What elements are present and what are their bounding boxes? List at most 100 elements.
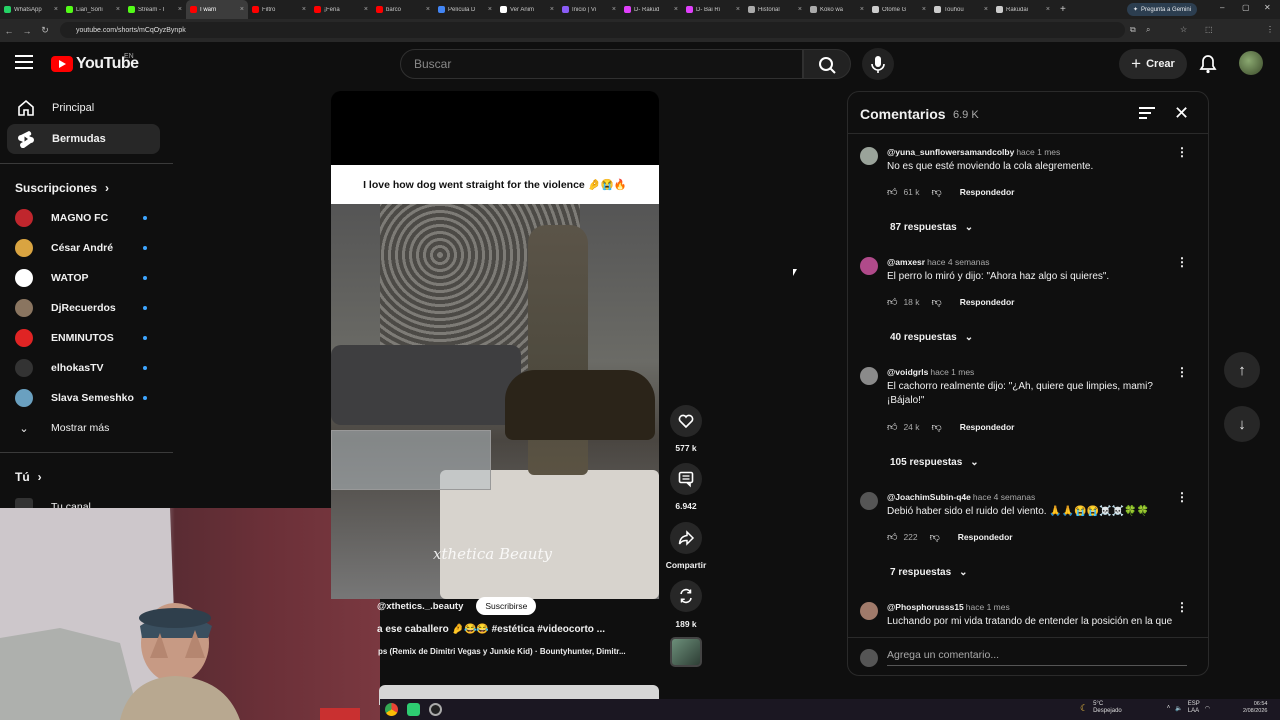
tab-close-icon[interactable]: × — [674, 6, 678, 13]
comment-author[interactable]: @yuna_sunflowersamandcolby — [887, 147, 1014, 157]
browser-tab[interactable]: ¡Fena × — [310, 0, 372, 19]
sidebar-item-bermudas[interactable]: Bermudas — [7, 124, 160, 154]
tab-close-icon[interactable]: × — [984, 6, 988, 13]
commenter-avatar[interactable] — [860, 492, 878, 510]
maximize-icon[interactable]: ▢ — [1242, 3, 1250, 12]
browser-tab[interactable]: Otome G × — [868, 0, 930, 19]
browser-tab[interactable]: Película D × — [434, 0, 496, 19]
tab-close-icon[interactable]: × — [550, 6, 554, 13]
browser-tab[interactable]: Historial × — [744, 0, 806, 19]
tab-close-icon[interactable]: × — [116, 6, 120, 13]
extensions-icon[interactable]: ⬚ — [1205, 25, 1213, 34]
commenter-avatar[interactable] — [860, 367, 878, 385]
thumbs-up-icon[interactable]: 👍︎ — [887, 186, 897, 198]
view-replies-button[interactable]: 40 respuestas ⌄ — [890, 332, 973, 343]
tab-close-icon[interactable]: × — [860, 6, 864, 13]
subscription-item[interactable]: DjRecuerdos — [15, 295, 155, 321]
view-replies-button[interactable]: 7 respuestas ⌄ — [890, 567, 968, 578]
view-replies-button[interactable]: 105 respuestas ⌄ — [890, 457, 979, 468]
video-music-link[interactable]: ps (Remix de Dimitri Vegas y Junkie Kid)… — [378, 647, 660, 656]
subscription-item[interactable]: César André — [15, 235, 155, 261]
thumbs-down-icon[interactable]: 👎︎ — [932, 186, 942, 198]
more-actions-icon[interactable]: ⋮ — [1176, 600, 1188, 614]
tab-close-icon[interactable]: × — [302, 6, 306, 13]
comment-author[interactable]: @JoachimSubin-q4e — [887, 492, 971, 502]
commenter-avatar[interactable] — [860, 147, 878, 165]
browser-tab[interactable]: Filtro × — [248, 0, 310, 19]
show-more-button[interactable]: ⌄ Mostrar más — [15, 415, 155, 441]
subscription-item[interactable]: ENMINUTOS — [15, 325, 155, 351]
channel-handle[interactable]: @xthetics._.beauty — [377, 601, 463, 612]
browser-tab[interactable]: Stream - I × — [124, 0, 186, 19]
search-input[interactable]: Buscar — [400, 49, 803, 79]
browser-tab[interactable]: Inicio | Vi × — [558, 0, 620, 19]
create-button[interactable]: + Crear — [1119, 49, 1187, 79]
voice-search-button[interactable] — [862, 48, 894, 80]
sidebar-item-principal[interactable]: Principal — [7, 93, 160, 123]
speaker-icon[interactable]: 🔈 — [1175, 705, 1182, 712]
subscribe-button[interactable]: Suscribirse — [476, 597, 537, 615]
app-taskbar-icon[interactable] — [407, 703, 420, 716]
minimize-icon[interactable]: – — [1220, 3, 1224, 12]
browser-menu-icon[interactable]: ⋮ — [1266, 25, 1274, 34]
browser-tab[interactable]: WhatsApp × — [0, 0, 62, 19]
network-icon[interactable]: ◠ — [1205, 705, 1210, 712]
subscription-item[interactable]: Slava Semeshko — [15, 385, 155, 411]
taskbar-clock[interactable]: 06:54 2/08/2026 — [1243, 701, 1267, 715]
browser-tab[interactable]: Ver Anim × — [496, 0, 558, 19]
like-button[interactable] — [670, 405, 702, 437]
window-close-icon[interactable]: ✕ — [1264, 3, 1271, 12]
reply-button[interactable]: Respondedor — [960, 422, 1015, 432]
tab-close-icon[interactable]: × — [1046, 6, 1050, 13]
thumbs-down-icon[interactable]: 👎︎ — [930, 531, 940, 543]
forward-icon[interactable]: → — [18, 26, 36, 36]
back-icon[interactable]: ← — [0, 26, 18, 36]
share-button[interactable] — [670, 522, 702, 554]
install-icon[interactable]: ⧉ — [1130, 25, 1136, 35]
youtube-logo[interactable]: YouTube EN — [51, 53, 139, 73]
subscription-item[interactable]: elhokasTV — [15, 355, 155, 381]
gemini-button[interactable]: ✦ Pregunta a Gemini — [1127, 3, 1198, 16]
reload-icon[interactable]: ↻ — [36, 25, 54, 36]
tab-close-icon[interactable]: × — [612, 6, 616, 13]
browser-tab[interactable]: Rakudai × — [992, 0, 1054, 19]
browser-tab[interactable]: D- Rakud × — [620, 0, 682, 19]
tab-close-icon[interactable]: × — [922, 6, 926, 13]
reply-button[interactable]: Respondedor — [958, 532, 1013, 542]
url-field[interactable]: youtube.com/shorts/mCqOyzBynpk — [60, 22, 1125, 38]
next-short-button[interactable]: ↓ — [1224, 406, 1260, 442]
video-description[interactable]: a ese caballero 🤌😂😂 #estética #videocort… — [377, 624, 605, 635]
browser-tab[interactable]: Lian_Sorli × — [62, 0, 124, 19]
commenter-avatar[interactable] — [860, 257, 878, 275]
you-heading[interactable]: Tú › — [15, 470, 42, 484]
bookmark-star-icon[interactable]: ☆ — [1180, 25, 1187, 34]
search-button[interactable] — [803, 49, 851, 79]
browser-tab[interactable]: D- Bai Ri × — [682, 0, 744, 19]
remix-button[interactable] — [670, 580, 702, 612]
tab-close-icon[interactable]: × — [178, 6, 182, 13]
new-tab-button[interactable]: + — [1060, 4, 1066, 15]
tab-close-icon[interactable]: × — [364, 6, 368, 13]
more-actions-icon[interactable]: ⋮ — [1176, 490, 1188, 504]
comment-author[interactable]: @Phosphorusss15 — [887, 602, 964, 612]
view-replies-button[interactable]: 87 respuestas ⌄ — [890, 222, 973, 233]
notifications-bell-icon[interactable] — [1197, 53, 1219, 75]
thumbs-up-icon[interactable]: 👍︎ — [887, 421, 897, 433]
close-icon[interactable]: ✕ — [1174, 103, 1189, 124]
tab-close-icon[interactable]: × — [488, 6, 492, 13]
subscription-item[interactable]: MAGNO FC — [15, 205, 155, 231]
hamburger-menu-icon[interactable] — [15, 55, 33, 69]
comment-author[interactable]: @amxesr — [887, 257, 925, 267]
tray-chevron-icon[interactable]: ˄ — [1167, 705, 1171, 711]
add-comment-input[interactable]: Agrega un comentario... — [887, 649, 1187, 666]
tab-close-icon[interactable]: × — [426, 6, 430, 13]
more-actions-icon[interactable]: ⋮ — [1176, 145, 1188, 159]
thumbs-up-icon[interactable]: 👍︎ — [887, 531, 897, 543]
thumbs-up-icon[interactable]: 👍︎ — [887, 296, 897, 308]
comment-author[interactable]: @voidgrls — [887, 367, 928, 377]
tab-close-icon[interactable]: × — [240, 6, 244, 13]
reply-button[interactable]: Respondedor — [960, 187, 1015, 197]
previous-short-button[interactable]: ↑ — [1224, 352, 1260, 388]
more-actions-icon[interactable]: ⋮ — [1176, 255, 1188, 269]
thumbs-down-icon[interactable]: 👎︎ — [932, 421, 942, 433]
